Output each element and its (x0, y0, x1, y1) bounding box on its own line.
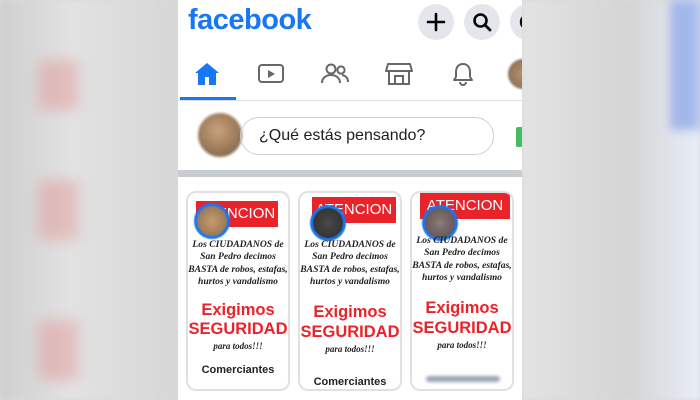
photo-icon[interactable] (516, 127, 522, 147)
story-demand-line2: SEGURIDAD (188, 320, 288, 338)
search-icon[interactable] (464, 4, 500, 40)
nav-tabs (178, 50, 522, 101)
story-subtext: para todos!!! (213, 341, 263, 351)
story-demand-line1: Exigimos (201, 301, 275, 319)
facebook-mobile-screen: facebook ¿Qué estás pensando? ATENCION L… (178, 0, 522, 400)
blurred-shape (670, 0, 700, 130)
menu-profile-icon (508, 59, 522, 89)
story-demand-line1: Exigimos (425, 299, 499, 317)
blurred-shape (38, 320, 78, 380)
blurred-background-left (0, 0, 178, 400)
whats-on-your-mind-input[interactable]: ¿Qué estás pensando? (240, 117, 494, 155)
notifications-icon (453, 63, 473, 86)
story-subtext: para todos!!! (437, 340, 487, 350)
story-demand-line2: SEGURIDAD (412, 319, 512, 337)
active-tab-indicator (180, 97, 236, 100)
blurred-shape (38, 60, 78, 110)
top-bar: facebook (178, 0, 522, 48)
story-demand-line2: SEGURIDAD (300, 323, 400, 341)
story-avatar (194, 203, 230, 239)
tab-friends[interactable] (306, 50, 364, 98)
story-card[interactable]: ATENCION Los CIUDADANOS de San Pedro dec… (410, 191, 514, 391)
story-avatar (310, 205, 346, 241)
tab-notifications[interactable] (434, 50, 492, 98)
blurred-shape (38, 180, 78, 240)
facebook-logo[interactable]: facebook (188, 4, 312, 37)
story-text: Los CIUDADANOS de San Pedro decimos BAST… (412, 235, 512, 284)
stories-row: ATENCION Los CIUDADANOS de San Pedro dec… (178, 177, 522, 400)
story-demand-line1: Exigimos (313, 303, 387, 321)
blurred-background-right (522, 0, 700, 400)
story-text: Los CIUDADANOS de San Pedro decimos BAST… (300, 239, 400, 288)
section-divider (178, 170, 522, 177)
tab-marketplace[interactable] (370, 50, 428, 98)
story-footer: Comerciantes (201, 364, 275, 376)
watch-icon (258, 64, 284, 83)
home-icon (195, 63, 219, 85)
story-card[interactable]: ATENCION Los CIUDADANOS de San Pedro dec… (186, 191, 290, 391)
post-composer: ¿Qué estás pensando? (178, 101, 522, 169)
blurred-footer (426, 376, 500, 382)
story-footer: Comerciantes (313, 376, 387, 388)
tab-menu-profile[interactable] (494, 50, 522, 98)
plus-icon[interactable] (418, 4, 454, 40)
marketplace-icon (385, 63, 413, 85)
story-text: Los CIUDADANOS de San Pedro decimos BAST… (188, 239, 288, 288)
friends-icon (321, 63, 349, 84)
tab-watch[interactable] (242, 50, 300, 98)
story-subtext: para todos!!! (325, 344, 375, 354)
messenger-icon[interactable] (510, 4, 522, 40)
tab-home[interactable] (178, 50, 236, 98)
story-card[interactable]: ATENCION Los CIUDADANOS de San Pedro dec… (298, 191, 402, 391)
avatar[interactable] (198, 113, 242, 157)
